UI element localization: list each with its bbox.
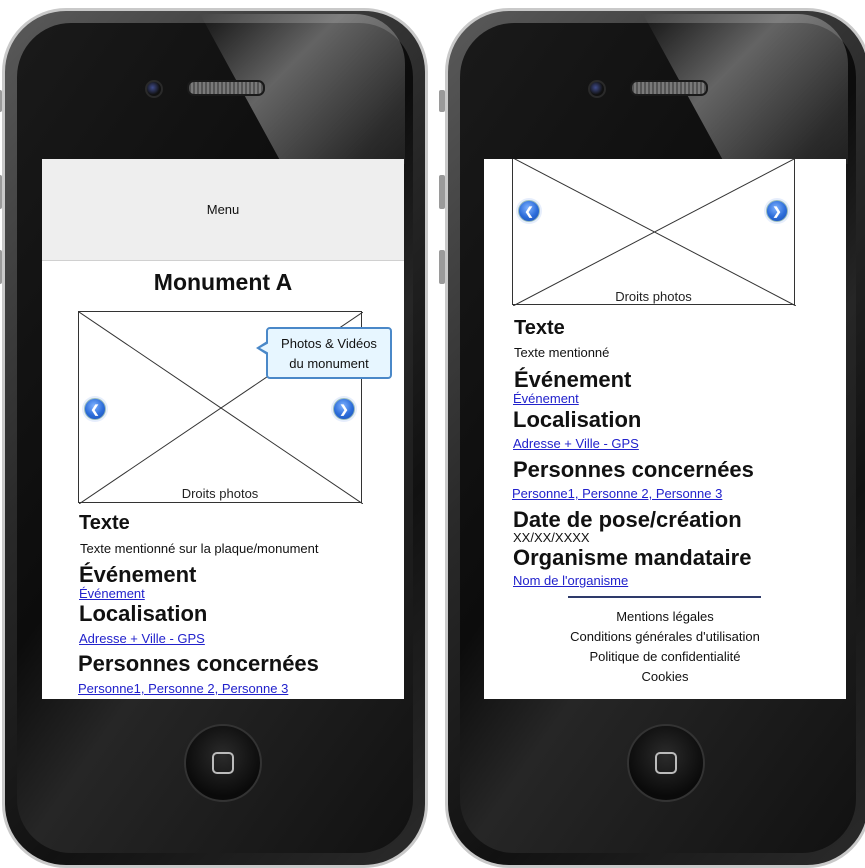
screen-right: Droits photos ❮ ❯ Texte Texte mentionné … <box>484 159 846 699</box>
section-personnes-heading: Personnes concernées <box>78 651 319 676</box>
organisme-link[interactable]: Nom de l'organisme <box>513 573 628 588</box>
callout-line1: Photos & Vidéos <box>281 336 377 351</box>
menu-label: Menu <box>206 202 240 217</box>
camera-icon <box>145 80 163 98</box>
callout-photos-videos: Photos & Vidéos du monument <box>266 327 392 379</box>
screen-left: Menu Monument A Droits photos ❮ ❯ Photos… <box>42 159 404 699</box>
section-localisation-heading: Localisation <box>79 601 208 626</box>
footer-cookies-link[interactable]: Cookies <box>484 669 846 684</box>
home-button-icon[interactable] <box>184 724 262 802</box>
chevron-left-icon[interactable]: ❮ <box>84 398 106 420</box>
section-organisme-heading: Organisme mandataire <box>513 545 752 570</box>
section-evenement-heading: Événement <box>79 562 197 587</box>
personnes-link[interactable]: Personne1, Personne 2, Personne 3 <box>78 681 288 696</box>
footer-privacy-link[interactable]: Politique de confidentialité <box>484 649 846 664</box>
texte-value: Texte mentionné sur la plaque/monument <box>80 541 319 556</box>
footer-mentions-link[interactable]: Mentions légales <box>484 609 846 624</box>
gallery-caption: Droits photos <box>181 486 259 501</box>
gallery-caption: Droits photos <box>615 289 692 304</box>
page-title: Monument A <box>153 269 293 295</box>
chevron-left-icon[interactable]: ❮ <box>518 200 540 222</box>
menu-bar[interactable]: Menu <box>42 159 404 261</box>
photo-gallery[interactable]: Droits photos <box>512 159 796 306</box>
section-texte-heading: Texte <box>514 317 565 339</box>
localisation-link[interactable]: Adresse + Ville - GPS <box>79 631 205 646</box>
footer-cgu-link[interactable]: Conditions générales d'utilisation <box>484 629 846 644</box>
texte-value: Texte mentionné <box>514 345 610 360</box>
personnes-link[interactable]: Personne1, Personne 2, Personne 3 <box>512 486 722 501</box>
chevron-right-icon[interactable]: ❯ <box>766 200 788 222</box>
footer-divider <box>568 596 761 598</box>
evenement-link[interactable]: Événement <box>79 586 145 601</box>
phone-right: Droits photos ❮ ❯ Texte Texte mentionné … <box>439 0 865 868</box>
image-placeholder-icon <box>513 159 796 306</box>
speaker-grille <box>187 80 265 96</box>
section-personnes-heading: Personnes concernées <box>513 457 754 482</box>
localisation-link[interactable]: Adresse + Ville - GPS <box>513 436 639 451</box>
phone-left: Menu Monument A Droits photos ❮ ❯ Photos… <box>0 0 430 868</box>
callout-line2: du monument <box>289 356 369 371</box>
section-evenement-heading: Événement <box>514 367 632 392</box>
chevron-right-icon[interactable]: ❯ <box>333 398 355 420</box>
home-button-icon[interactable] <box>627 724 705 802</box>
camera-icon <box>588 80 606 98</box>
evenement-link[interactable]: Événement <box>513 391 579 406</box>
speaker-grille <box>630 80 708 96</box>
section-localisation-heading: Localisation <box>513 407 642 432</box>
date-value: XX/XX/XXXX <box>513 530 590 545</box>
section-texte-heading: Texte <box>79 512 130 534</box>
